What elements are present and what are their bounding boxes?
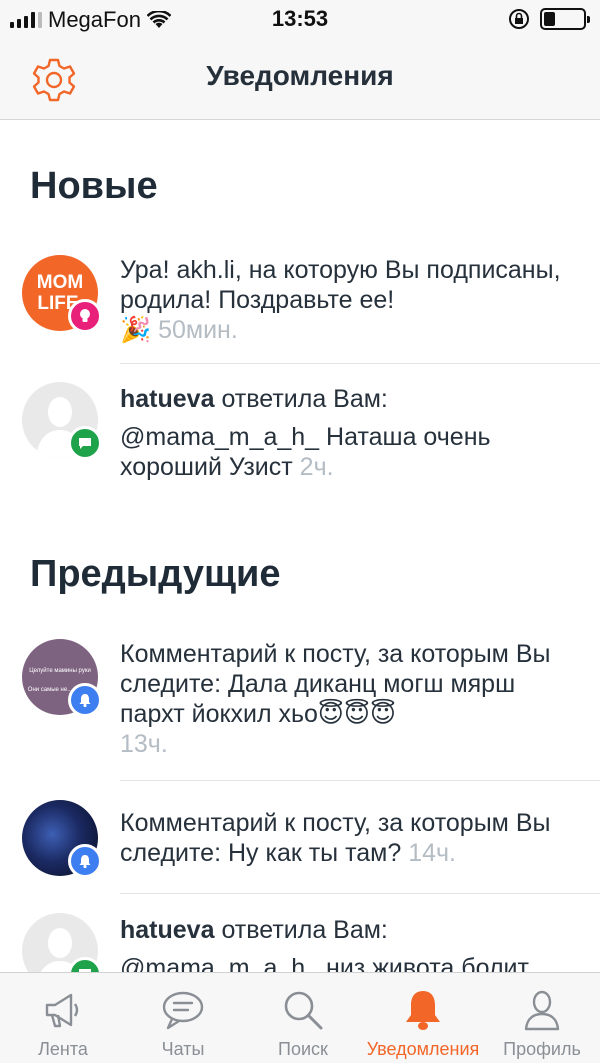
tab-notifications-label: Уведомления — [366, 1039, 480, 1059]
bell-icon — [79, 855, 91, 869]
chat-icon — [79, 438, 91, 449]
notification-action: ответила Вам: — [221, 916, 388, 944]
chat-bubble-icon — [162, 991, 204, 1030]
search-icon — [284, 991, 323, 1030]
profile-icon — [524, 990, 560, 1031]
lightbulb-badge — [68, 299, 102, 333]
tab-feed[interactable]: Лента — [3, 973, 123, 1063]
section-title-new: Новые — [30, 165, 158, 207]
notification-user[interactable]: hatueva — [120, 916, 214, 944]
tab-chats[interactable]: Чаты — [123, 973, 243, 1063]
notification-time: 2ч. — [299, 453, 334, 481]
notification-text: hatueva ответила Вам: @mama_m_a_h_ Наташ… — [120, 384, 580, 482]
notification-time: 50мин. — [158, 316, 238, 344]
tab-profile[interactable]: Профиль — [482, 973, 600, 1063]
lightbulb-icon — [80, 309, 90, 322]
notification-text: Ура! akh.li, на которую Вы подписаны, ро… — [120, 255, 580, 345]
post-avatar-text-1: Целуйте мамины руки — [29, 667, 91, 674]
notification-item[interactable]: MOM LIFE Ура! akh.li, на которую Вы подп… — [0, 255, 600, 355]
notification-message: Комментарий к посту, за которым Вы следи… — [120, 809, 551, 867]
notification-action: ответила Вам: — [221, 385, 388, 413]
notification-text: Комментарий к посту, за которым Вы следи… — [120, 639, 580, 759]
bell-badge — [68, 683, 102, 717]
notification-item[interactable]: Целуйте мамины руки Они самые не... Комм… — [0, 639, 600, 769]
notifications-list[interactable]: Новые MOM LIFE Ура! akh.li, на которую В… — [0, 121, 600, 972]
orientation-lock-icon — [509, 9, 529, 29]
tab-search[interactable]: Поиск — [243, 973, 363, 1063]
page-title: Уведомления — [206, 60, 394, 91]
tab-chats-label: Чаты — [161, 1039, 205, 1059]
notification-item[interactable]: hatueva ответила Вам: @mama_m_a_h_ Наташ… — [0, 382, 600, 482]
notification-time: 13ч. — [120, 730, 168, 758]
header: Уведомления — [0, 40, 600, 120]
divider — [120, 363, 600, 364]
notification-item[interactable]: hatueva ответила Вам: @mama_m_a_h_ низ ж… — [0, 913, 600, 972]
post-avatar-text-2: Они самые не... — [28, 687, 73, 693]
status-bar: MegaFon 13:53 — [0, 0, 600, 40]
tab-search-label: Поиск — [278, 1039, 328, 1059]
bell-icon — [79, 694, 91, 708]
notification-time: 14ч. — [408, 839, 456, 867]
notification-message: Ура! akh.li, на которую Вы подписаны, ро… — [120, 256, 561, 314]
tab-bar: Лента Чаты Поиск Уведомления Профиль — [0, 972, 600, 1063]
bell-badge — [68, 844, 102, 878]
notification-user[interactable]: hatueva — [120, 385, 214, 413]
svg-text:MOM: MOM — [37, 272, 83, 293]
divider — [120, 893, 600, 894]
tab-notifications[interactable]: Уведомления — [363, 973, 483, 1063]
divider — [120, 780, 600, 781]
notification-text: Комментарий к посту, за которым Вы следи… — [120, 808, 580, 868]
status-right — [508, 8, 590, 30]
bell-icon — [406, 991, 440, 1030]
party-emoji: 🎉 — [120, 316, 152, 344]
tab-profile-label: Профиль — [503, 1039, 581, 1059]
megaphone-icon — [45, 993, 79, 1028]
notification-text: hatueva ответила Вам: @mama_m_a_h_ низ ж… — [120, 915, 580, 972]
notification-message: @mama_m_a_h_ низ живота болит — [120, 954, 529, 972]
chat-badge — [68, 426, 102, 460]
tab-feed-label: Лента — [38, 1039, 88, 1059]
section-title-previous: Предыдущие — [30, 553, 281, 595]
notification-item[interactable]: Комментарий к посту, за которым Вы следи… — [0, 800, 600, 890]
battery-icon — [540, 8, 590, 30]
angel-emoji: 😇😇😇 — [317, 700, 397, 728]
